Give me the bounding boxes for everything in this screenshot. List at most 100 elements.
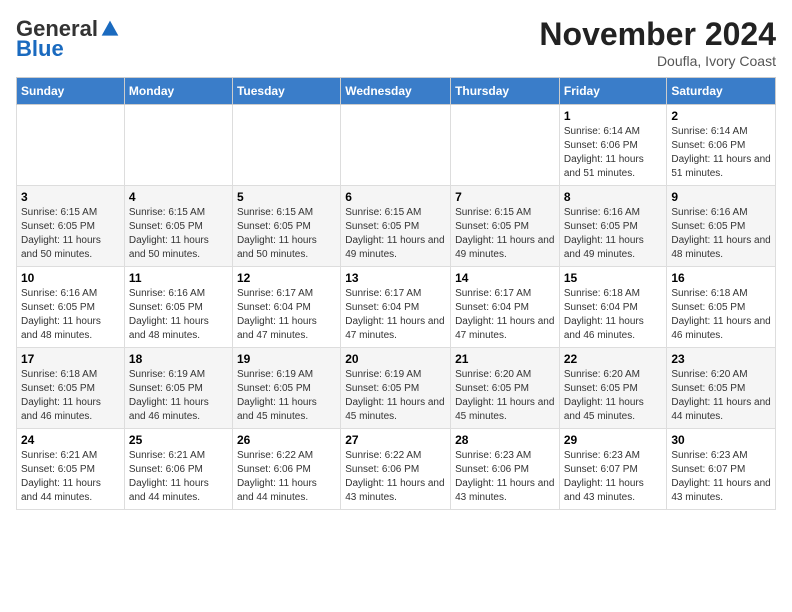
day-info: Sunrise: 6:16 AM Sunset: 6:05 PM Dayligh… [129, 287, 228, 343]
day-number: 8 [564, 190, 663, 204]
day-number: 3 [21, 190, 120, 204]
day-number: 30 [671, 433, 771, 447]
logo: General Blue [16, 16, 120, 62]
calendar-cell: 22Sunrise: 6:20 AM Sunset: 6:05 PM Dayli… [559, 348, 667, 429]
calendar-week-2: 3 Sunrise: 6:15 AM Sunset: 6:05 PM Daylig… [17, 186, 776, 267]
day-number: 6 [345, 190, 446, 204]
calendar-cell: 11 Sunrise: 6:16 AM Sunset: 6:05 PM Dayli… [124, 267, 232, 348]
calendar-cell: 15Sunrise: 6:18 AM Sunset: 6:04 PM Dayli… [559, 267, 667, 348]
calendar-cell: 18 Sunrise: 6:19 AM Sunset: 6:05 PM Dayli… [124, 348, 232, 429]
calendar-cell: 1Sunrise: 6:14 AM Sunset: 6:06 PM Daylig… [559, 105, 667, 186]
calendar-cell: 25 Sunrise: 6:21 AM Sunset: 6:06 PM Dayli… [124, 429, 232, 510]
day-info: Sunrise: 6:23 AM Sunset: 6:07 PM Dayligh… [564, 449, 663, 505]
calendar-cell: 6 Sunrise: 6:15 AM Sunset: 6:05 PM Daylig… [341, 186, 451, 267]
day-info: Sunrise: 6:20 AM Sunset: 6:05 PM Dayligh… [671, 368, 771, 424]
day-info: Sunrise: 6:20 AM Sunset: 6:05 PM Dayligh… [564, 368, 663, 424]
day-info: Sunrise: 6:14 AM Sunset: 6:06 PM Dayligh… [564, 125, 663, 181]
calendar-cell [341, 105, 451, 186]
day-number: 19 [237, 352, 336, 366]
location: Doufla, Ivory Coast [539, 53, 776, 69]
day-number: 16 [671, 271, 771, 285]
day-info: Sunrise: 6:16 AM Sunset: 6:05 PM Dayligh… [21, 287, 120, 343]
calendar-cell [451, 105, 560, 186]
day-header-thursday: Thursday [451, 78, 560, 105]
calendar-cell: 19Sunrise: 6:19 AM Sunset: 6:05 PM Dayli… [232, 348, 340, 429]
calendar-header-row: SundayMondayTuesdayWednesdayThursdayFrid… [17, 78, 776, 105]
calendar-week-5: 24 Sunrise: 6:21 AM Sunset: 6:05 PM Dayli… [17, 429, 776, 510]
day-info: Sunrise: 6:23 AM Sunset: 6:06 PM Dayligh… [455, 449, 555, 505]
day-info: Sunrise: 6:19 AM Sunset: 6:05 PM Dayligh… [345, 368, 446, 424]
calendar-cell: 7Sunrise: 6:15 AM Sunset: 6:05 PM Daylig… [451, 186, 560, 267]
day-number: 15 [564, 271, 663, 285]
day-info: Sunrise: 6:14 AM Sunset: 6:06 PM Dayligh… [671, 125, 771, 181]
day-info: Sunrise: 6:22 AM Sunset: 6:06 PM Dayligh… [345, 449, 446, 505]
calendar-cell: 16Sunrise: 6:18 AM Sunset: 6:05 PM Dayli… [667, 267, 776, 348]
calendar-cell: 28 Sunrise: 6:23 AM Sunset: 6:06 PM Dayli… [451, 429, 560, 510]
day-number: 18 [129, 352, 228, 366]
day-info: Sunrise: 6:20 AM Sunset: 6:05 PM Dayligh… [455, 368, 555, 424]
day-info: Sunrise: 6:23 AM Sunset: 6:07 PM Dayligh… [671, 449, 771, 505]
day-header-wednesday: Wednesday [341, 78, 451, 105]
calendar-table: SundayMondayTuesdayWednesdayThursdayFrid… [16, 77, 776, 510]
calendar-cell: 23Sunrise: 6:20 AM Sunset: 6:05 PM Dayli… [667, 348, 776, 429]
day-number: 11 [129, 271, 228, 285]
day-number: 28 [455, 433, 555, 447]
calendar-cell: 27 Sunrise: 6:22 AM Sunset: 6:06 PM Dayli… [341, 429, 451, 510]
calendar-cell: 9 Sunrise: 6:16 AM Sunset: 6:05 PM Daylig… [667, 186, 776, 267]
calendar-week-3: 10 Sunrise: 6:16 AM Sunset: 6:05 PM Dayli… [17, 267, 776, 348]
calendar-week-1: 1Sunrise: 6:14 AM Sunset: 6:06 PM Daylig… [17, 105, 776, 186]
calendar-cell: 29 Sunrise: 6:23 AM Sunset: 6:07 PM Dayli… [559, 429, 667, 510]
calendar-cell [124, 105, 232, 186]
calendar-cell: 12 Sunrise: 6:17 AM Sunset: 6:04 PM Dayli… [232, 267, 340, 348]
day-number: 26 [237, 433, 336, 447]
day-header-sunday: Sunday [17, 78, 125, 105]
day-info: Sunrise: 6:17 AM Sunset: 6:04 PM Dayligh… [345, 287, 446, 343]
day-number: 29 [564, 433, 663, 447]
day-number: 25 [129, 433, 228, 447]
logo-icon [100, 19, 120, 39]
day-number: 7 [455, 190, 555, 204]
day-number: 13 [345, 271, 446, 285]
day-number: 27 [345, 433, 446, 447]
day-info: Sunrise: 6:16 AM Sunset: 6:05 PM Dayligh… [564, 206, 663, 262]
calendar-cell: 4Sunrise: 6:15 AM Sunset: 6:05 PM Daylig… [124, 186, 232, 267]
calendar-cell: 17Sunrise: 6:18 AM Sunset: 6:05 PM Dayli… [17, 348, 125, 429]
day-number: 12 [237, 271, 336, 285]
day-header-saturday: Saturday [667, 78, 776, 105]
day-number: 9 [671, 190, 771, 204]
day-info: Sunrise: 6:21 AM Sunset: 6:06 PM Dayligh… [129, 449, 228, 505]
day-info: Sunrise: 6:19 AM Sunset: 6:05 PM Dayligh… [129, 368, 228, 424]
day-number: 20 [345, 352, 446, 366]
day-info: Sunrise: 6:18 AM Sunset: 6:05 PM Dayligh… [21, 368, 120, 424]
day-info: Sunrise: 6:16 AM Sunset: 6:05 PM Dayligh… [671, 206, 771, 262]
day-header-friday: Friday [559, 78, 667, 105]
day-info: Sunrise: 6:21 AM Sunset: 6:05 PM Dayligh… [21, 449, 120, 505]
day-number: 10 [21, 271, 120, 285]
day-info: Sunrise: 6:17 AM Sunset: 6:04 PM Dayligh… [237, 287, 336, 343]
day-number: 24 [21, 433, 120, 447]
day-number: 14 [455, 271, 555, 285]
calendar-cell: 10 Sunrise: 6:16 AM Sunset: 6:05 PM Dayli… [17, 267, 125, 348]
calendar-cell: 8 Sunrise: 6:16 AM Sunset: 6:05 PM Daylig… [559, 186, 667, 267]
day-number: 21 [455, 352, 555, 366]
calendar-cell: 26 Sunrise: 6:22 AM Sunset: 6:06 PM Dayli… [232, 429, 340, 510]
calendar-cell: 2 Sunrise: 6:14 AM Sunset: 6:06 PM Daylig… [667, 105, 776, 186]
calendar-cell: 14 Sunrise: 6:17 AM Sunset: 6:04 PM Dayli… [451, 267, 560, 348]
page-header: General Blue November 2024 Doufla, Ivory… [16, 16, 776, 69]
day-info: Sunrise: 6:15 AM Sunset: 6:05 PM Dayligh… [345, 206, 446, 262]
calendar-cell: 24 Sunrise: 6:21 AM Sunset: 6:05 PM Dayli… [17, 429, 125, 510]
calendar-cell: 5Sunrise: 6:15 AM Sunset: 6:05 PM Daylig… [232, 186, 340, 267]
day-number: 2 [671, 109, 771, 123]
calendar-cell [17, 105, 125, 186]
calendar-cell: 3 Sunrise: 6:15 AM Sunset: 6:05 PM Daylig… [17, 186, 125, 267]
day-info: Sunrise: 6:15 AM Sunset: 6:05 PM Dayligh… [237, 206, 336, 262]
day-header-tuesday: Tuesday [232, 78, 340, 105]
day-info: Sunrise: 6:22 AM Sunset: 6:06 PM Dayligh… [237, 449, 336, 505]
day-info: Sunrise: 6:15 AM Sunset: 6:05 PM Dayligh… [21, 206, 120, 262]
calendar-cell: 30 Sunrise: 6:23 AM Sunset: 6:07 PM Dayli… [667, 429, 776, 510]
calendar-cell [232, 105, 340, 186]
calendar-cell: 13 Sunrise: 6:17 AM Sunset: 6:04 PM Dayli… [341, 267, 451, 348]
day-info: Sunrise: 6:17 AM Sunset: 6:04 PM Dayligh… [455, 287, 555, 343]
day-header-monday: Monday [124, 78, 232, 105]
logo-blue-text: Blue [16, 36, 64, 62]
